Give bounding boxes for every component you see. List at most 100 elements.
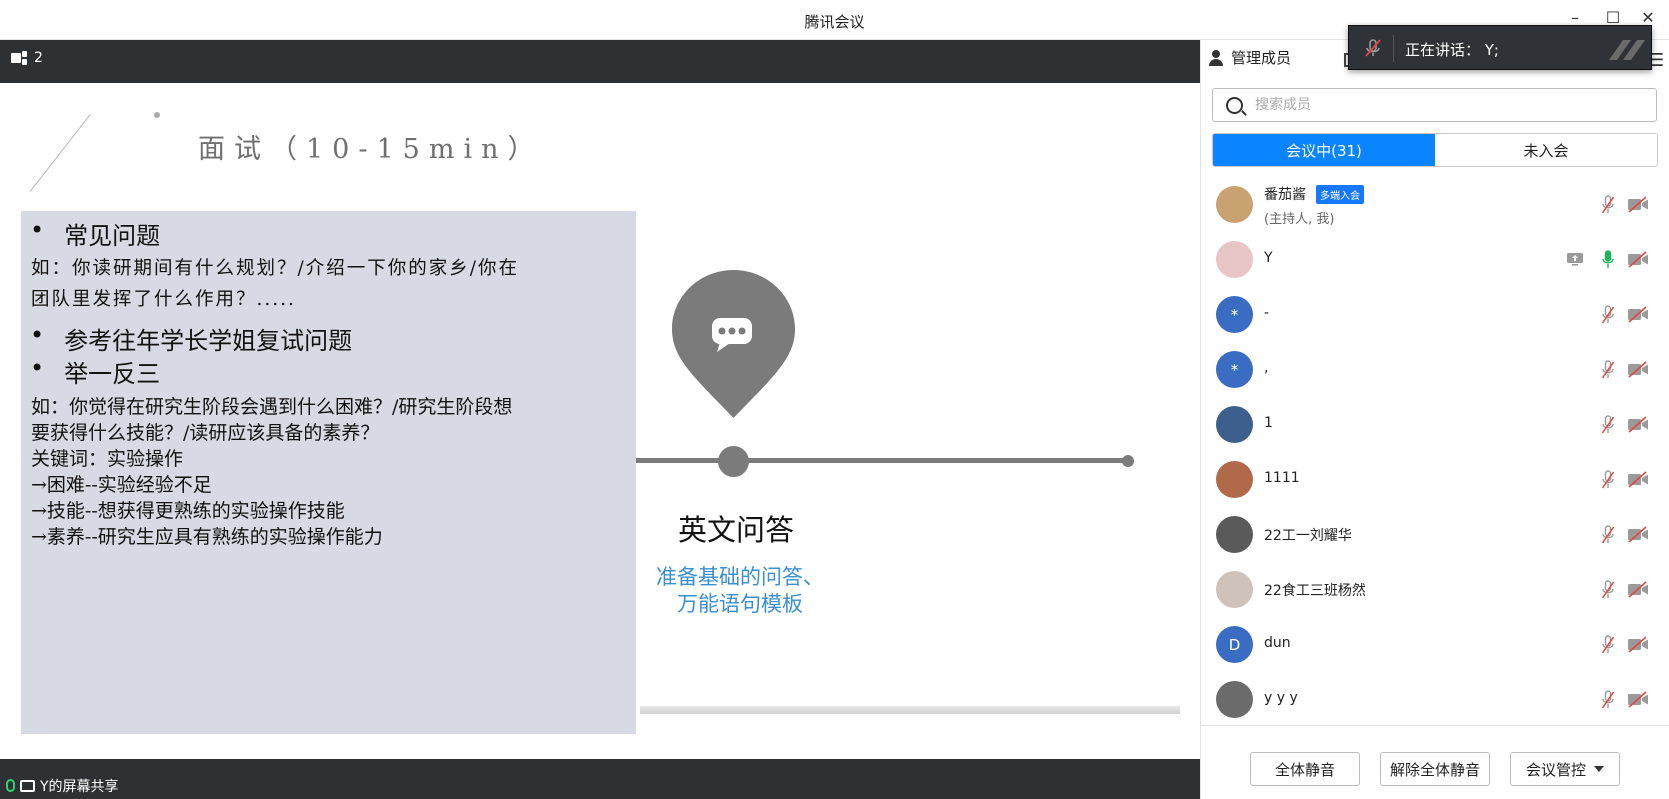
mic-on-icon[interactable]: [1602, 250, 1614, 270]
multi-device-badge: 多端入会: [1316, 184, 1364, 204]
unmute-all-button[interactable]: 解除全体静音: [1380, 752, 1490, 786]
camera-off-icon[interactable]: [1627, 251, 1649, 268]
example-line: →素养--研究生应具有熟练的实验操作能力: [31, 526, 383, 548]
member-row[interactable]: 番茄酱 多端入会 (主持人, 我): [1201, 177, 1669, 232]
sharer-label[interactable]: Y的屏幕共享: [0, 772, 129, 799]
english-qa-subtitle-line: 准备基础的问答、: [656, 565, 824, 589]
question-example-line: 如：你读研期间有什么规划？/介绍一下你的家乡/你在: [31, 258, 519, 279]
share-top-bar: [0, 40, 1200, 83]
tab-in-meeting[interactable]: 会议中(31): [1213, 134, 1435, 166]
member-name: y y y: [1264, 690, 1298, 706]
avatar: [1216, 571, 1253, 608]
member-row[interactable]: 1: [1201, 397, 1669, 452]
camera-off-icon[interactable]: [1627, 361, 1649, 378]
timeline-dot: [718, 446, 749, 477]
example-line: →困难--实验经验不足: [31, 474, 212, 496]
bullet-mark: •: [30, 321, 45, 349]
screen-share-icon: [20, 779, 35, 792]
example-line: 关键词：实验操作: [31, 448, 184, 470]
mic-muted-icon[interactable]: [1602, 305, 1614, 325]
slide-floor-shadow: [640, 706, 1180, 714]
mic-muted-icon[interactable]: [1602, 525, 1614, 545]
example-line: 要获得什么技能？/读研应该具备的素养？: [31, 422, 380, 444]
mute-all-button[interactable]: 全体静音: [1250, 752, 1360, 786]
english-qa-title: 英文问答: [678, 513, 795, 547]
avatar: [1216, 681, 1253, 718]
person-icon: [1208, 49, 1224, 66]
meeting-control-label: 会议管控: [1525, 760, 1586, 779]
mic-muted-icon[interactable]: [1602, 690, 1614, 710]
tab-not-joined[interactable]: 未入会: [1435, 134, 1657, 166]
slide-title: 面试（10-15min）: [198, 134, 544, 165]
timeline-end-dot: [1122, 455, 1134, 467]
english-qa-subtitle: 准备基础的问答、 万能语句模板: [646, 564, 834, 618]
member-search[interactable]: [1212, 88, 1657, 122]
member-name: 22食工三班杨然: [1264, 583, 1366, 599]
mic-muted-icon[interactable]: [1602, 415, 1614, 435]
avatar: *: [1216, 351, 1253, 388]
member-name: 22工一刘耀华: [1264, 528, 1352, 544]
bullet-past-questions: • 参考往年学长学姐复试问题: [30, 321, 352, 356]
camera-off-icon[interactable]: [1627, 581, 1649, 598]
bullet-text: 参考往年学长学姐复试问题: [64, 327, 353, 355]
camera-off-icon[interactable]: [1627, 526, 1649, 543]
member-row[interactable]: Y: [1201, 232, 1669, 287]
member-name-wrap: y y y: [1264, 690, 1298, 706]
view-count-value: 2: [34, 50, 43, 66]
member-name: ,: [1264, 360, 1269, 376]
member-row[interactable]: Ddun: [1201, 617, 1669, 672]
camera-off-icon[interactable]: [1627, 636, 1649, 653]
question-example-line: 团队里发挥了什么作用？.....: [31, 289, 296, 310]
member-name-wrap: -: [1264, 305, 1269, 321]
member-name: Y: [1264, 250, 1273, 266]
mic-muted-icon[interactable]: [1602, 635, 1614, 655]
example-line: 如：你觉得在研究生阶段会遇到什么困难？/研究生阶段想: [31, 396, 513, 418]
tab-label: 管理成员: [1231, 49, 1292, 67]
member-name: 1: [1264, 415, 1273, 431]
camera-off-icon[interactable]: [1627, 471, 1649, 488]
member-tabs: 会议中(31) 未入会: [1212, 133, 1658, 167]
member-name: 番茄酱: [1264, 187, 1306, 203]
member-row[interactable]: *,: [1201, 342, 1669, 397]
member-row[interactable]: * -: [1201, 287, 1669, 342]
member-row[interactable]: 1111: [1201, 452, 1669, 507]
camera-off-icon[interactable]: [1627, 196, 1649, 213]
chat-pin-icon: [672, 270, 795, 418]
search-icon: [1226, 96, 1243, 114]
avatar: D: [1216, 626, 1253, 663]
share-bottom-bar: [0, 759, 1200, 799]
mic-muted-icon[interactable]: [1602, 195, 1614, 215]
mic-muted-icon[interactable]: [1602, 580, 1614, 600]
member-row[interactable]: y y y: [1201, 672, 1669, 725]
mic-muted-icon[interactable]: [1602, 360, 1614, 380]
toast-decor-icon: [1609, 40, 1645, 60]
avatar: [1216, 186, 1253, 223]
screen-share-icon: [1567, 253, 1583, 266]
bullet-text: 举一反三: [64, 360, 161, 388]
member-name-wrap: 22工一刘耀华: [1264, 525, 1352, 545]
view-count[interactable]: 2: [11, 50, 43, 66]
tab-manage-members[interactable]: 管理成员: [1208, 47, 1291, 68]
bullet-text: 常见问题: [64, 222, 161, 250]
english-qa-subtitle-line: 万能语句模板: [677, 592, 803, 616]
search-input[interactable]: [1255, 97, 1635, 113]
view-layout-icon: [11, 51, 27, 65]
camera-off-icon[interactable]: [1627, 306, 1649, 323]
avatar: [1216, 406, 1253, 443]
camera-off-icon[interactable]: [1627, 416, 1649, 433]
bullet-mark: •: [30, 216, 45, 244]
camera-off-icon[interactable]: [1627, 691, 1649, 708]
avatar: *: [1216, 296, 1253, 333]
avatar: [1216, 461, 1253, 498]
member-role: (主持人, 我): [1264, 212, 1335, 227]
avatar: [1216, 241, 1253, 278]
mic-muted-icon[interactable]: [1602, 470, 1614, 490]
mic-icon: [6, 779, 15, 792]
member-row[interactable]: 22工一刘耀华: [1201, 507, 1669, 562]
member-row[interactable]: 22食工三班杨然: [1201, 562, 1669, 617]
member-name: dun: [1264, 635, 1291, 651]
member-name: -: [1264, 305, 1270, 321]
meeting-control-button[interactable]: 会议管控: [1510, 752, 1620, 786]
speaking-toast: 正在讲话： Y;: [1348, 25, 1652, 70]
bullet-common-questions: • 常见问题: [30, 216, 160, 251]
